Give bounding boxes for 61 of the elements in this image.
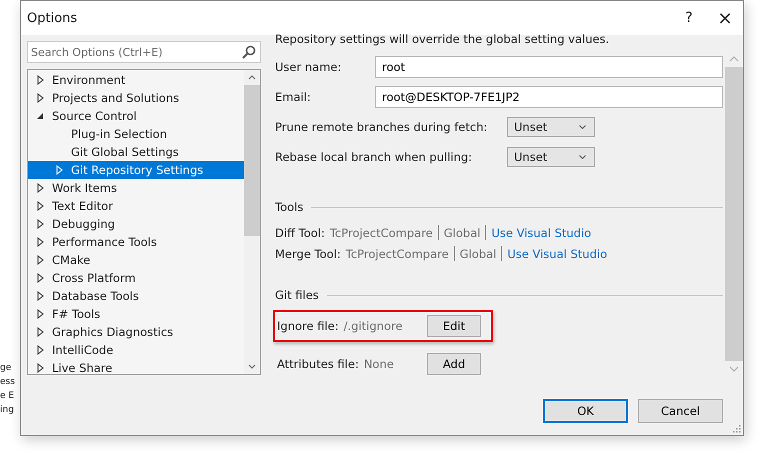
tree-item[interactable]: IntelliCode	[28, 341, 244, 359]
tree-item[interactable]: Text Editor	[28, 197, 244, 215]
tree-item[interactable]: Graphics Diagnostics	[28, 323, 244, 341]
use-visual-studio-link[interactable]: Use Visual Studio	[507, 246, 608, 260]
use-visual-studio-link[interactable]: Use Visual Studio	[491, 226, 592, 240]
dropdown[interactable]: Unset	[507, 147, 595, 167]
dialog-button[interactable]: OK	[543, 399, 628, 423]
tree-item[interactable]: Work Items	[28, 179, 244, 197]
background-text: ing	[0, 405, 15, 415]
tool-name: TcProjectCompare	[346, 246, 449, 260]
help-button[interactable]: ?	[671, 10, 707, 26]
tree-item[interactable]: Source Control	[28, 107, 244, 125]
resize-grip-icon[interactable]	[732, 424, 741, 433]
tree-item[interactable]: F# Tools	[28, 305, 244, 323]
scrollbar[interactable]	[244, 70, 260, 374]
file-button[interactable]: Add	[427, 353, 481, 375]
file-label: Ignore file:	[277, 319, 339, 333]
chevron-icon	[579, 155, 586, 159]
scroll-up-icon[interactable]	[248, 75, 256, 80]
intro-text: Repository settings will override the global setting values.	[275, 32, 610, 48]
field-label: User name:	[275, 60, 342, 74]
file-value: /.gitignore	[344, 319, 403, 333]
dropdown[interactable]: Unset	[507, 117, 595, 137]
input-field[interactable]: root	[375, 56, 723, 78]
tree-item[interactable]: Live Share	[28, 359, 244, 374]
input-field[interactable]: root@DESKTOP-7FE1JP2	[375, 86, 723, 108]
tree-item[interactable]: Git Global Settings	[28, 143, 244, 161]
field-label: Email:	[275, 90, 312, 104]
window-title: Options	[27, 10, 78, 26]
file-label: Attributes file:	[277, 357, 359, 371]
tree-item[interactable]: Debugging	[28, 215, 244, 233]
tree-item[interactable]: Projects and Solutions	[28, 89, 244, 107]
dialog-button[interactable]: Cancel	[638, 399, 723, 423]
scroll-down-icon[interactable]	[248, 364, 256, 369]
tree-item[interactable]: CMake	[28, 251, 244, 269]
field-label: Rebase local branch when pulling:	[275, 150, 474, 164]
chevron-icon	[579, 125, 586, 129]
section-heading: Git files	[275, 288, 319, 302]
section-heading: Tools	[275, 200, 304, 214]
tool-label: Merge Tool:	[275, 246, 341, 260]
close-button[interactable]: ×	[707, 8, 743, 28]
expanded-icon	[36, 112, 44, 120]
file-button[interactable]: Edit	[427, 315, 481, 337]
tree-item[interactable]: Cross Platform	[28, 269, 244, 287]
tree-item[interactable]: Environment	[28, 71, 244, 89]
search-icon	[242, 45, 256, 59]
collapsed-icon	[56, 165, 62, 175]
field-label: Prune remote branches during fetch:	[275, 120, 488, 134]
search-field[interactable]: Search Options (Ctrl+E)	[27, 41, 261, 63]
tree-item[interactable]: Database Tools	[28, 287, 244, 305]
tool-name: TcProjectCompare	[330, 226, 433, 240]
background-text: ess	[0, 377, 16, 387]
file-value: None	[364, 357, 394, 371]
background-text: ge	[0, 363, 12, 373]
tool-scope: Global	[444, 226, 480, 240]
background-text: e E	[0, 391, 16, 401]
tool-scope: Global	[460, 246, 496, 260]
tree-item[interactable]: Performance Tools	[28, 233, 244, 251]
tree-item[interactable]: Plug-in Selection	[28, 125, 244, 143]
tool-label: Diff Tool:	[275, 226, 325, 240]
tree-item[interactable]: Git Repository Settings	[28, 161, 244, 179]
